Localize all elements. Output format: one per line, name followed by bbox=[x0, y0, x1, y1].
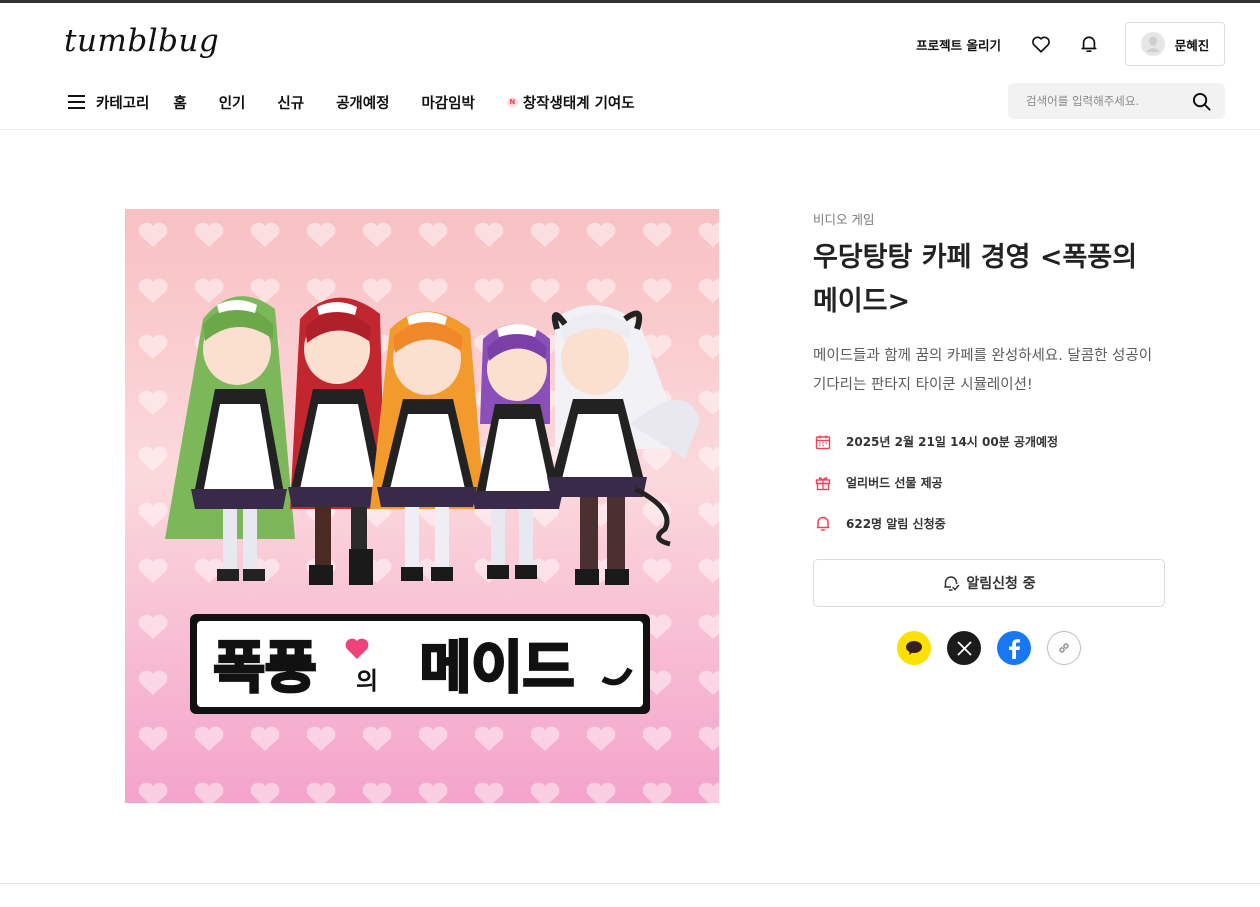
share-buttons bbox=[813, 631, 1165, 665]
project-title-line-2: 메이드> bbox=[813, 286, 911, 317]
site-header: tumblbug 프로젝트 올리기 문혜진 카테고리 홈 인기 신규 공개예정 … bbox=[0, 3, 1260, 130]
main-nav: 카테고리 홈 인기 신규 공개예정 마감임박 N 창작생태계 기여도 bbox=[68, 87, 635, 117]
svg-text:메이드: 메이드 bbox=[420, 636, 575, 701]
nav-item-contribution-label: 창작생태계 기여도 bbox=[522, 95, 635, 112]
svg-text:의: 의 bbox=[356, 667, 378, 695]
project-description-line-2: 기다리는 판타지 타이쿤 시뮬레이션! bbox=[813, 377, 1033, 393]
nav-item-ending-soon[interactable]: 마감임박 bbox=[421, 92, 474, 113]
user-menu-button[interactable]: 문혜진 bbox=[1125, 22, 1225, 66]
project-category[interactable]: 비디오 게임 bbox=[813, 209, 1165, 228]
nav-item-popular[interactable]: 인기 bbox=[219, 92, 246, 113]
project-title: 우당탕탕 카페 경영 <폭풍의 메이드> bbox=[813, 236, 1165, 324]
early-bird-text: 얼리버드 선물 제공 bbox=[846, 476, 943, 490]
search-icon[interactable] bbox=[1192, 92, 1211, 111]
x-icon[interactable] bbox=[947, 631, 981, 665]
project-description: 메이드들과 함께 꿈의 카페를 완성하세요. 달콤한 성공이 기다리는 판타지 … bbox=[813, 342, 1165, 400]
link-icon[interactable] bbox=[1047, 631, 1081, 665]
svg-text:폭풍: 폭풍 bbox=[213, 636, 316, 701]
category-menu-button[interactable]: 카테고리 bbox=[68, 92, 149, 113]
nav-item-contribution[interactable]: N 창작생태계 기여도 bbox=[506, 92, 635, 113]
heart-icon[interactable] bbox=[1029, 32, 1053, 56]
user-name: 문혜진 bbox=[1174, 37, 1210, 53]
bell-icon bbox=[813, 514, 833, 534]
calendar-icon bbox=[813, 432, 833, 452]
launch-date-text: 2025년 2월 21일 14시 00분 공개예정 bbox=[846, 435, 1059, 449]
hamburger-icon bbox=[68, 95, 85, 109]
kakao-icon[interactable] bbox=[897, 631, 931, 665]
category-label: 카테고리 bbox=[96, 95, 150, 112]
header-actions: 프로젝트 올리기 문혜진 bbox=[916, 21, 1225, 67]
search-bar bbox=[1008, 83, 1225, 119]
bell-icon[interactable] bbox=[1077, 32, 1101, 56]
site-logo[interactable]: tumblbug bbox=[64, 23, 219, 59]
bell-check-icon bbox=[944, 576, 960, 591]
project-info: 비디오 게임 우당탕탕 카페 경영 <폭풍의 메이드> 메이드들과 함께 꿈의 … bbox=[813, 209, 1165, 665]
search-input[interactable] bbox=[1026, 94, 1192, 108]
notify-count-row: 622명 알림 신청중 bbox=[813, 503, 1165, 544]
facebook-icon[interactable] bbox=[997, 631, 1031, 665]
section-divider bbox=[0, 883, 1260, 884]
notify-count-text: 622명 알림 신청중 bbox=[846, 517, 946, 531]
launch-date-row: 2025년 2월 21일 14시 00분 공개예정 bbox=[813, 421, 1165, 462]
nav-item-home[interactable]: 홈 bbox=[173, 92, 186, 113]
upload-project-link[interactable]: 프로젝트 올리기 bbox=[916, 35, 1001, 54]
gift-icon bbox=[813, 473, 833, 493]
project-title-line-1: 우당탕탕 카페 경영 <폭풍의 bbox=[813, 242, 1138, 273]
new-badge: N bbox=[506, 96, 518, 108]
project-description-line-1: 메이드들과 함께 꿈의 카페를 완성하세요. 달콤한 성공이 bbox=[813, 348, 1153, 364]
nav-item-upcoming[interactable]: 공개예정 bbox=[336, 92, 389, 113]
avatar bbox=[1140, 32, 1165, 56]
notify-subscribe-button[interactable]: 알림신청 중 bbox=[813, 559, 1165, 607]
project-cover-image: 폭풍 의 메이드 bbox=[125, 209, 719, 803]
cover-title-art: 폭풍 의 메이드 bbox=[190, 614, 650, 714]
nav-item-new[interactable]: 신규 bbox=[277, 92, 304, 113]
notify-subscribe-label: 알림신청 중 bbox=[966, 576, 1036, 592]
early-bird-row: 얼리버드 선물 제공 bbox=[813, 462, 1165, 503]
